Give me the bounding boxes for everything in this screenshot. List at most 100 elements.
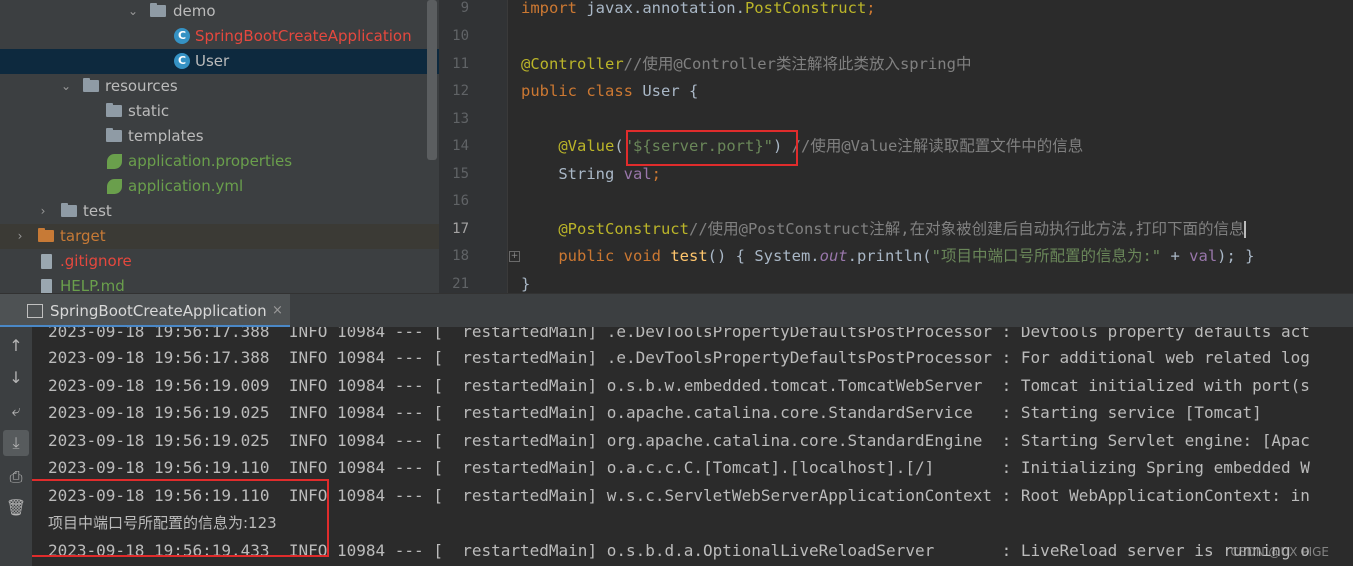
code-token: (	[614, 137, 624, 155]
code-token: javax.annotation.	[586, 0, 745, 17]
code-token: //使用@PostConstruct注解,在对象被创建后自动执行此方法,打印下面…	[688, 220, 1245, 238]
code-line[interactable]: @Value("${server.port}") //使用@Value注解读取配…	[521, 136, 1083, 156]
fold-icon[interactable]: +	[509, 251, 520, 262]
code-editor[interactable]: 9 10 11 12 13 14 15 16 17 18 21 + import…	[439, 0, 1353, 293]
chevron-right-icon[interactable]: ›	[36, 199, 50, 224]
code-token: () { System.	[707, 247, 820, 265]
code-token: //使用@Controller类注解将此类放入spring中	[623, 55, 972, 73]
console-output[interactable]: 2023-09-18 19:56:17.388 INFO 10984 --- […	[32, 327, 1353, 566]
run-tool-window-header: SpringBootCreateApplication ×	[0, 293, 1353, 328]
file-icon	[41, 254, 52, 269]
trash-icon[interactable]: 🗑	[3, 495, 29, 521]
run-tab[interactable]: SpringBootCreateApplication ×	[0, 294, 290, 328]
line-number: 16	[452, 193, 469, 209]
close-icon[interactable]: ×	[272, 294, 283, 328]
code-token: public	[521, 82, 587, 100]
tree-scrollbar[interactable]	[427, 0, 437, 160]
code-token: test	[670, 247, 708, 265]
code-token: +	[1170, 247, 1190, 265]
tree-item-gitignore[interactable]: .gitignore	[0, 249, 439, 274]
tree-item-application-properties[interactable]: application.properties	[0, 149, 439, 174]
code-token: class	[586, 82, 643, 100]
run-config-icon	[27, 304, 43, 318]
class-icon: C	[174, 53, 190, 69]
code-line[interactable]: public class User {	[521, 81, 698, 101]
code-line[interactable]: public void test() { System.out.println(…	[521, 246, 1254, 266]
line-number: 12	[452, 83, 469, 99]
log-line: 2023-09-18 19:56:19.009 INFO 10984 --- […	[48, 376, 1310, 395]
code-token: ;	[866, 0, 876, 17]
project-tree-panel: ⌄ demo C SpringBootCreateApplication C U…	[0, 0, 439, 293]
spring-leaf-icon	[107, 154, 122, 169]
scroll-to-end-icon[interactable]: ⤓	[3, 430, 29, 456]
code-token: @Value	[521, 137, 615, 155]
tree-item-label: resources	[105, 77, 178, 95]
tree-item-label: User	[195, 52, 230, 70]
soft-wrap-icon[interactable]: ⤶	[3, 398, 29, 424]
line-number: 21	[452, 276, 469, 292]
code-token: import	[521, 0, 587, 17]
log-line: 2023-09-18 19:56:19.110 INFO 10984 --- […	[48, 458, 1310, 477]
log-line: 2023-09-18 19:56:19.025 INFO 10984 --- […	[48, 403, 1262, 422]
line-number: 13	[452, 111, 469, 127]
tree-item-static[interactable]: static	[0, 99, 439, 124]
code-token: ); }	[1217, 247, 1255, 265]
line-number: 10	[452, 28, 469, 44]
line-number: 18	[452, 248, 469, 264]
print-icon[interactable]: ⎙	[3, 464, 29, 490]
arrow-up-icon[interactable]: ↑	[3, 333, 29, 359]
annotation-highlight-box	[626, 130, 798, 166]
line-number: 11	[452, 56, 469, 72]
code-line[interactable]: }	[521, 274, 530, 293]
folder-icon	[106, 128, 122, 142]
tree-item-springbootcreateapplication[interactable]: C SpringBootCreateApplication	[0, 24, 439, 49]
spring-leaf-icon	[107, 179, 122, 194]
tree-item-templates[interactable]: templates	[0, 124, 439, 149]
tree-item-label: application.yml	[128, 177, 244, 195]
arrow-down-icon[interactable]: ↓	[3, 365, 29, 391]
code-token: User	[642, 82, 689, 100]
resources-folder-icon	[83, 78, 99, 92]
class-icon: C	[174, 28, 190, 44]
code-token: ;	[651, 165, 661, 183]
chevron-down-icon[interactable]: ⌄	[126, 0, 140, 24]
tree-item-label: application.properties	[128, 152, 293, 170]
tree-item-help-md[interactable]: HELP.md	[0, 274, 439, 293]
line-number: 14	[452, 138, 469, 154]
run-tab-label: SpringBootCreateApplication	[50, 302, 267, 320]
code-token: val	[1189, 247, 1218, 265]
tree-item-label: SpringBootCreateApplication	[195, 27, 412, 45]
line-number: 9	[460, 0, 469, 16]
tree-item-label: target	[60, 227, 106, 245]
tree-item-label: .gitignore	[60, 252, 132, 270]
code-token: out	[819, 247, 848, 265]
output-highlight-box	[32, 479, 329, 557]
tree-item-target[interactable]: › target	[0, 224, 439, 249]
code-line[interactable]: @PostConstruct//使用@PostConstruct注解,在对象被创…	[521, 219, 1247, 239]
package-icon	[150, 3, 166, 17]
chevron-down-icon[interactable]: ⌄	[59, 74, 73, 99]
tree-item-label: test	[83, 202, 112, 220]
log-line: 2023-09-18 19:56:19.025 INFO 10984 --- […	[48, 431, 1310, 450]
tree-item-application-yml[interactable]: application.yml	[0, 174, 439, 199]
code-token: String	[521, 165, 624, 183]
code-line[interactable]: import javax.annotation.PostConstruct;	[521, 0, 876, 18]
line-number-current: 17	[452, 221, 469, 237]
markdown-file-icon	[41, 279, 52, 293]
tree-item-resources[interactable]: ⌄ resources	[0, 74, 439, 99]
tree-item-label: demo	[173, 2, 216, 20]
tree-item-label: templates	[128, 127, 204, 145]
line-number: 15	[452, 166, 469, 182]
line-number-gutter: 9 10 11 12 13 14 15 16 17 18 21	[439, 0, 508, 293]
tree-item-test[interactable]: › test	[0, 199, 439, 224]
folder-icon	[38, 228, 54, 242]
tree-item-label: HELP.md	[60, 277, 125, 293]
tree-item-demo[interactable]: ⌄ demo	[0, 0, 439, 24]
tree-item-user[interactable]: C User	[0, 49, 439, 74]
chevron-right-icon[interactable]: ›	[13, 224, 27, 249]
code-token: PostConstruct	[744, 0, 867, 17]
text-caret	[1244, 221, 1247, 238]
tree-item-label: static	[128, 102, 170, 120]
code-line[interactable]: String val;	[521, 164, 661, 184]
code-line[interactable]: @Controller//使用@Controller类注解将此类放入spring…	[521, 54, 971, 74]
